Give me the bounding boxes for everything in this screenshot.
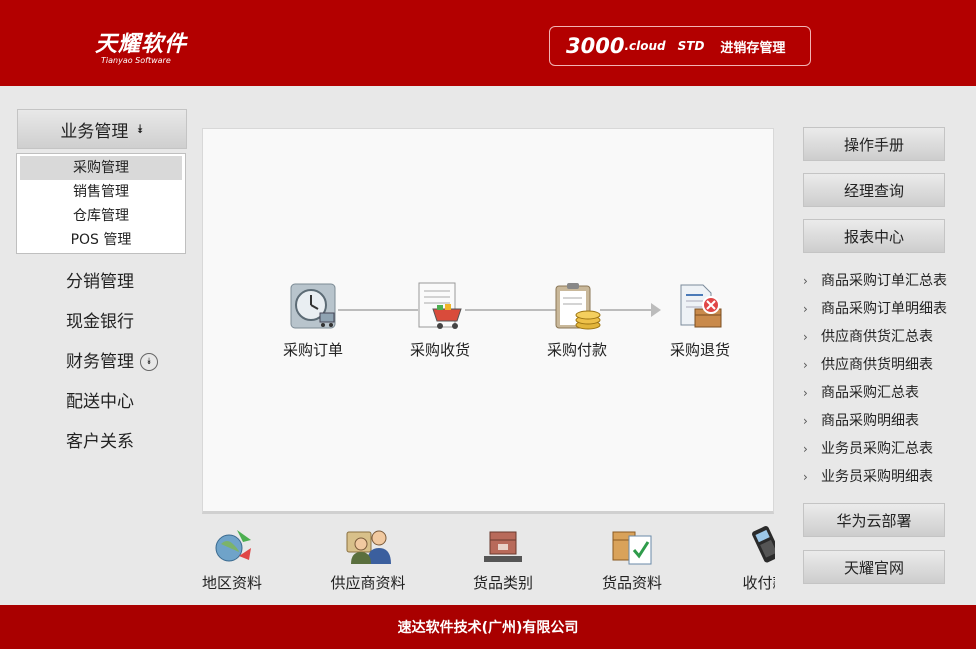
flow-step-purchase-receive[interactable]: 采购收货	[395, 281, 485, 360]
report-link[interactable]: › 商品采购订单明细表	[803, 295, 975, 323]
chevron-right-icon: ›	[803, 358, 808, 372]
header-bar: 天耀软件 Tianyao Software 3000 .cloud STD 进销…	[0, 0, 976, 86]
shortcut-supplier[interactable]: 供应商资料	[323, 526, 413, 593]
menu-section-label: 业务管理	[60, 121, 129, 142]
menu-item-customer[interactable]: 客户关系	[17, 422, 187, 462]
clock-cart-icon	[288, 281, 338, 331]
report-link[interactable]: › 商品采购汇总表	[803, 379, 975, 407]
double-chevron-down-icon: ⯯	[136, 121, 144, 136]
submenu-item-sales[interactable]: 销售管理	[20, 180, 182, 204]
report-link-label: 商品采购汇总表	[821, 385, 919, 401]
flow-step-purchase-return[interactable]: 采购退货	[655, 281, 745, 360]
menu-item-label: 分销管理	[66, 272, 134, 292]
region-icon	[209, 526, 255, 566]
flow-step-purchase-order[interactable]: 采购订单	[268, 281, 358, 360]
report-center-button[interactable]: 报表中心	[803, 219, 945, 253]
shortcut-goods-info[interactable]: 货品资料	[587, 526, 677, 593]
report-link[interactable]: › 商品采购明细表	[803, 407, 975, 435]
submenu-item-warehouse[interactable]: 仓库管理	[20, 204, 182, 228]
shortcut-label: 货品资料	[601, 574, 662, 592]
goods-info-icon	[609, 526, 655, 566]
supplier-icon	[345, 526, 391, 566]
report-link-label: 业务员采购汇总表	[821, 441, 933, 457]
report-link-label: 供应商供货明细表	[821, 357, 933, 373]
chevron-right-icon: ›	[803, 470, 808, 484]
footer-company: 速达软件技术(广州)有限公司	[397, 620, 579, 636]
huawei-cloud-button[interactable]: 华为云部署	[803, 503, 945, 537]
official-site-button[interactable]: 天耀官网	[803, 550, 945, 584]
menu-item-label: 现金银行	[66, 312, 134, 332]
menu-item-distribution[interactable]: 分销管理	[17, 262, 187, 302]
product-edition: STD	[677, 39, 705, 53]
circle-chevron-down-icon: ⯯	[140, 353, 158, 371]
chevron-right-icon: ›	[803, 302, 808, 316]
report-list: › 商品采购订单汇总表 › 商品采购订单明细表 › 供应商供货汇总表 › 供应商供货明细…	[803, 267, 975, 491]
chevron-right-icon: ›	[803, 386, 808, 400]
return-box-icon	[675, 281, 725, 331]
goods-category-icon	[480, 526, 526, 566]
flow-step-purchase-payment[interactable]: 采购付款	[532, 281, 622, 360]
report-link[interactable]: › 供应商供货明细表	[803, 351, 975, 379]
product-badge: 3000 .cloud STD 进销存管理	[549, 26, 811, 66]
shortcut-label: 地区资料	[201, 574, 262, 592]
report-link-label: 业务员采购明细表	[821, 469, 933, 485]
menu-item-delivery[interactable]: 配送中心	[17, 382, 187, 422]
report-link-label: 供应商供货汇总表	[821, 329, 933, 345]
flow-step-label: 采购付款	[546, 341, 607, 359]
workflow-panel: 采购订单 采购收货 采购付款 采购退货	[202, 128, 774, 514]
report-link-label: 商品采购明细表	[821, 413, 919, 429]
submenu-business: 采购管理 销售管理 仓库管理 POS 管理	[16, 153, 186, 254]
menu-item-cash-bank[interactable]: 现金银行	[17, 302, 187, 342]
chevron-right-icon: ›	[803, 442, 808, 456]
report-link-label: 商品采购订单明细表	[821, 301, 947, 317]
company-logo: 天耀软件 Tianyao Software	[95, 26, 187, 65]
shortcut-label: 收付款	[742, 574, 775, 592]
product-version: 3000	[566, 34, 625, 58]
clipboard-coins-icon	[552, 281, 602, 331]
flow-step-label: 采购收货	[409, 341, 470, 359]
logo-cn-text: 天耀软件	[95, 32, 188, 57]
chevron-right-icon: ›	[803, 414, 808, 428]
shortcut-bar: 地区资料 供应商资料 货品类别 货品资料 收付款	[190, 520, 775, 604]
chevron-right-icon: ›	[803, 330, 808, 344]
report-link[interactable]: › 业务员采购明细表	[803, 463, 975, 491]
report-link[interactable]: › 供应商供货汇总表	[803, 323, 975, 351]
footer-bar: 速达软件技术(广州)有限公司	[0, 605, 976, 649]
cart-receipt-icon	[415, 281, 465, 331]
menu-item-label: 财务管理	[66, 352, 134, 372]
shortcut-label: 供应商资料	[330, 574, 406, 592]
submenu-item-pos[interactable]: POS 管理	[20, 228, 182, 252]
report-link-label: 商品采购订单汇总表	[821, 273, 947, 289]
product-cloud: .cloud	[624, 39, 666, 53]
shortcut-region[interactable]: 地区资料	[190, 526, 277, 593]
manager-query-button[interactable]: 经理查询	[803, 173, 945, 207]
payment-terminal-icon	[742, 526, 775, 566]
shortcut-payment[interactable]: 收付款	[720, 526, 775, 593]
flow-step-label: 采购退货	[669, 341, 730, 359]
main-menu-list: 分销管理 现金银行 财务管理 ⯯ 配送中心 客户关系	[17, 262, 187, 462]
shortcut-goods-category[interactable]: 货品类别	[458, 526, 548, 593]
submenu-item-purchase[interactable]: 采购管理	[20, 156, 182, 180]
report-link[interactable]: › 业务员采购汇总表	[803, 435, 975, 463]
menu-item-label: 客户关系	[66, 432, 134, 452]
product-name: 进销存管理	[720, 40, 786, 56]
manual-button[interactable]: 操作手册	[803, 127, 945, 161]
report-link[interactable]: › 商品采购订单汇总表	[803, 267, 975, 295]
chevron-right-icon: ›	[803, 274, 808, 288]
shortcut-label: 货品类别	[472, 574, 533, 592]
menu-item-label: 配送中心	[66, 392, 134, 412]
menu-section-business[interactable]: 业务管理 ⯯	[17, 109, 187, 149]
flow-step-label: 采购订单	[282, 341, 343, 359]
menu-item-finance[interactable]: 财务管理 ⯯	[17, 342, 187, 382]
